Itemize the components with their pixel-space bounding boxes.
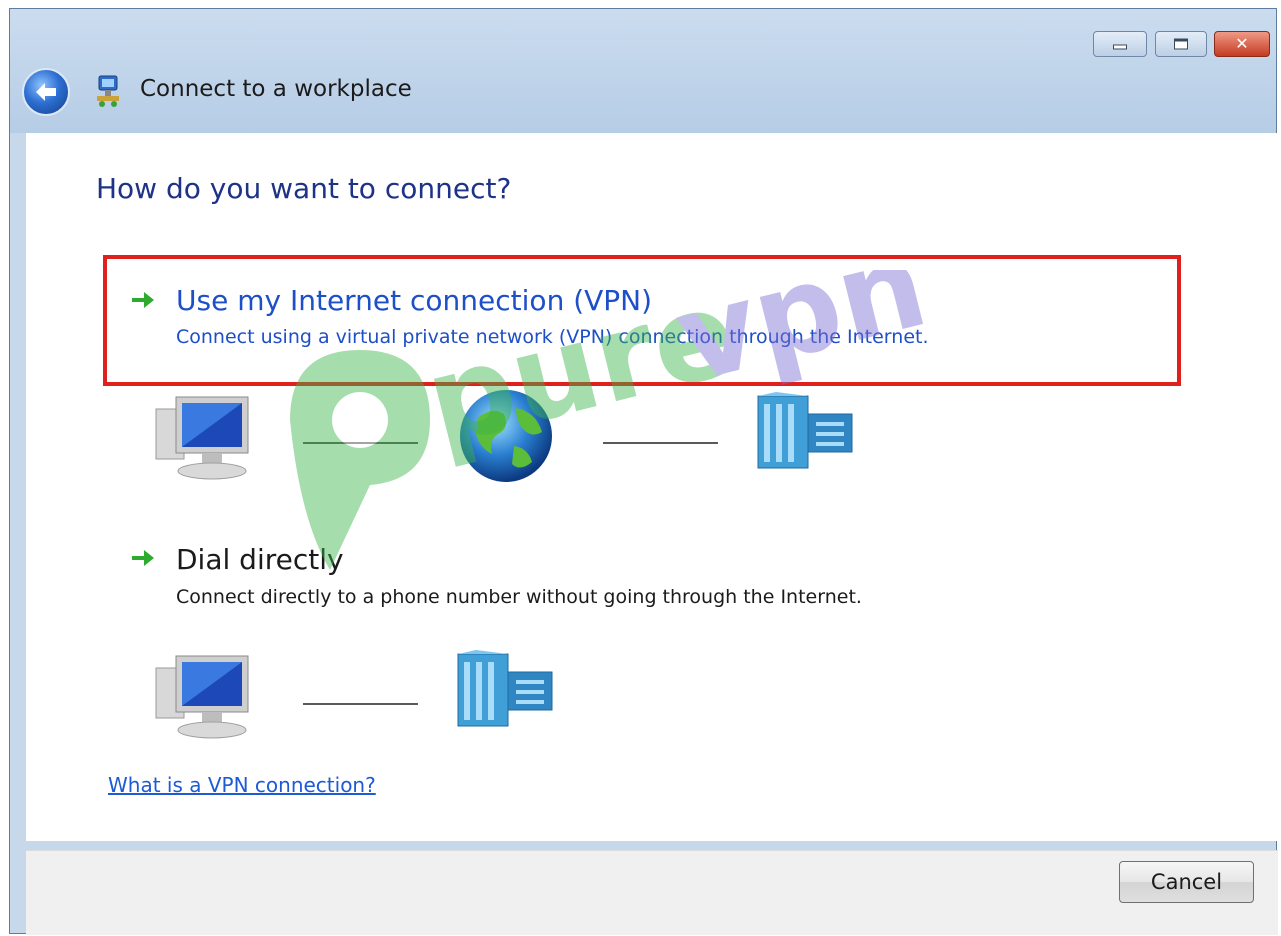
maximize-icon bbox=[1174, 38, 1188, 50]
window-title: Connect to a workplace bbox=[140, 76, 412, 102]
building-icon bbox=[457, 650, 553, 727]
connection-line bbox=[603, 442, 718, 444]
back-button[interactable] bbox=[22, 68, 70, 116]
dial-option-description[interactable]: Connect directly to a phone number witho… bbox=[176, 586, 862, 608]
globe-icon bbox=[460, 390, 552, 482]
computer-icon bbox=[155, 396, 249, 480]
back-arrow-icon bbox=[36, 83, 56, 101]
connection-line bbox=[303, 442, 418, 444]
maximize-button[interactable] bbox=[1155, 31, 1207, 57]
close-icon: ✕ bbox=[1235, 34, 1249, 53]
vpn-help-link[interactable]: What is a VPN connection? bbox=[108, 773, 376, 797]
cancel-button[interactable]: Cancel bbox=[1119, 861, 1254, 903]
network-wizard-icon bbox=[97, 75, 119, 107]
minimize-button[interactable] bbox=[1093, 31, 1147, 57]
green-arrow-icon bbox=[132, 550, 154, 566]
dial-option-title[interactable]: Dial directly bbox=[176, 543, 344, 576]
close-button[interactable]: ✕ bbox=[1214, 31, 1270, 57]
footer-bar bbox=[26, 850, 1278, 935]
computer-icon bbox=[155, 655, 249, 739]
vpn-option-description[interactable]: Connect using a virtual private network … bbox=[176, 326, 929, 348]
minimize-icon bbox=[1113, 44, 1127, 50]
vpn-option-title[interactable]: Use my Internet connection (VPN) bbox=[176, 284, 652, 317]
green-arrow-icon bbox=[132, 292, 154, 308]
page-heading: How do you want to connect? bbox=[96, 172, 512, 205]
building-icon bbox=[757, 392, 853, 469]
vpn-option-highlight bbox=[103, 255, 1181, 386]
connection-line bbox=[303, 703, 418, 705]
title-bar: ✕ bbox=[10, 9, 1276, 133]
